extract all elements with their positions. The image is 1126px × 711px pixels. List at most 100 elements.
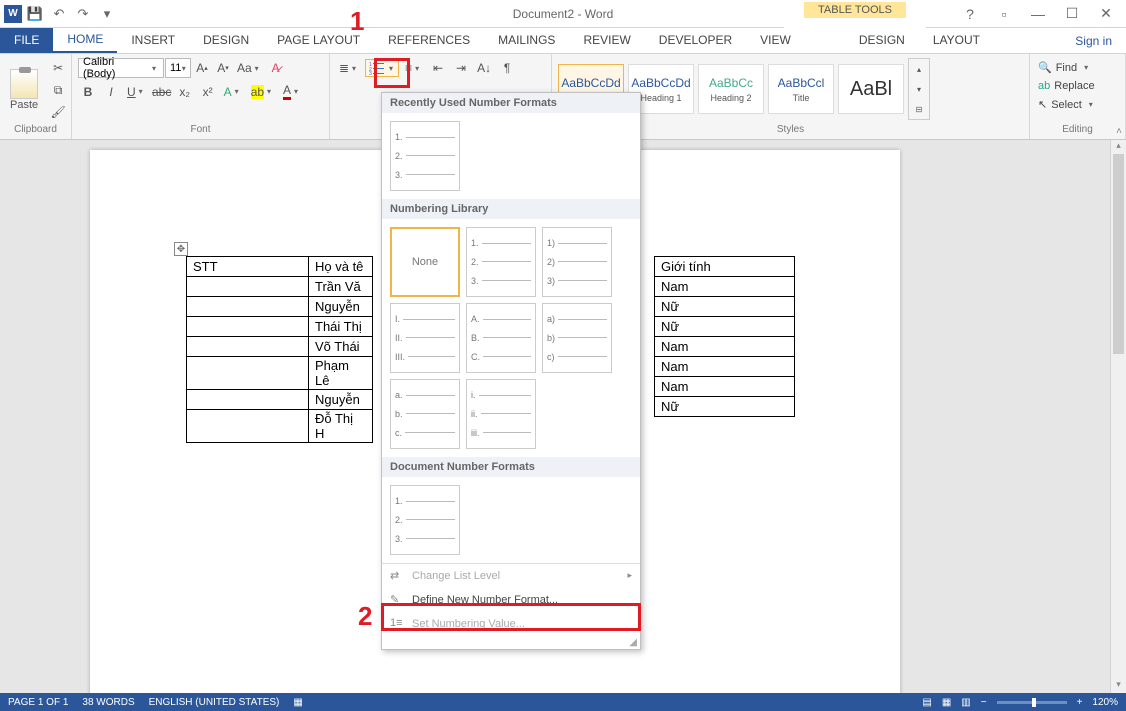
status-word-count[interactable]: 38 WORDS xyxy=(82,697,134,708)
numbering-option[interactable]: a) b) c) xyxy=(542,303,612,373)
document-table-1[interactable]: STTHọ và tê Trần Vă Nguyễn Thái Thị Võ T… xyxy=(186,256,373,443)
window-title: Document2 - Word xyxy=(513,7,613,21)
status-macro-icon[interactable]: ▦ xyxy=(293,697,302,708)
increase-indent-button[interactable]: ⇥ xyxy=(451,58,471,78)
style-title[interactable]: AaBbCclTitle xyxy=(768,64,834,114)
paste-button[interactable]: Paste xyxy=(6,67,42,113)
save-button[interactable]: 💾 xyxy=(24,3,46,25)
copy-button[interactable]: ⧉ xyxy=(48,80,68,100)
redo-button[interactable]: ↷ xyxy=(72,3,94,25)
group-label-clipboard: Clipboard xyxy=(6,124,65,137)
status-language[interactable]: ENGLISH (UNITED STATES) xyxy=(149,697,280,708)
view-web-layout[interactable]: ▥ xyxy=(961,697,970,708)
styles-expand[interactable]: ⊟ xyxy=(909,99,929,119)
change-case-button[interactable]: Aa▾ xyxy=(234,58,265,78)
style-more[interactable]: AaBl xyxy=(838,64,904,114)
indent-icon: ⇄ xyxy=(390,569,399,582)
view-read-mode[interactable]: ▤ xyxy=(922,697,931,708)
quick-access-toolbar: W 💾 ↶ ↷ ▾ xyxy=(0,3,118,25)
subscript-button[interactable]: x₂ xyxy=(175,82,195,102)
close-button[interactable]: ✕ xyxy=(1094,5,1118,22)
scroll-up-arrow[interactable]: ▴ xyxy=(1111,140,1126,154)
decrease-indent-button[interactable]: ⇤ xyxy=(428,58,448,78)
select-icon: ↖ xyxy=(1038,98,1047,111)
scroll-down-arrow[interactable]: ▾ xyxy=(1111,679,1126,693)
maximize-button[interactable]: ☐ xyxy=(1060,5,1084,22)
underline-button[interactable]: U▾ xyxy=(124,82,149,102)
clear-formatting-button[interactable]: A̷ xyxy=(266,58,286,78)
font-name-combo[interactable]: Calibri (Body)▾ xyxy=(78,58,164,78)
table-row: Nữ xyxy=(655,297,795,317)
tab-developer[interactable]: DEVELOPER xyxy=(645,27,746,53)
tab-references[interactable]: REFERENCES xyxy=(374,27,484,53)
numbering-none[interactable]: None xyxy=(390,227,460,297)
styles-scroll-down[interactable]: ▾ xyxy=(909,79,929,99)
format-painter-button[interactable]: 🖌 xyxy=(48,102,68,122)
bold-button[interactable]: B xyxy=(78,82,98,102)
table-row: Nguyễn xyxy=(187,390,373,410)
numbering-option[interactable]: I. II. III. xyxy=(390,303,460,373)
undo-button[interactable]: ↶ xyxy=(48,3,70,25)
document-numbering-option[interactable]: 1. 2. 3. xyxy=(390,485,460,555)
italic-button[interactable]: I xyxy=(101,82,121,102)
replace-button[interactable]: abReplace xyxy=(1036,77,1119,95)
numbering-option[interactable]: A. B. C. xyxy=(466,303,536,373)
multilevel-list-button[interactable]: ≡▾ xyxy=(402,58,425,78)
help-button[interactable]: ? xyxy=(958,6,982,22)
grow-font-button[interactable]: A▴ xyxy=(192,58,212,78)
scroll-thumb[interactable] xyxy=(1113,154,1124,354)
dropdown-resize-handle[interactable]: ◢ xyxy=(382,636,640,649)
numbering-option[interactable]: 1) 2) 3) xyxy=(542,227,612,297)
recent-numbering-option[interactable]: 1. 2. 3. xyxy=(390,121,460,191)
bullets-button[interactable]: ≣▾ xyxy=(336,58,362,78)
tab-review[interactable]: REVIEW xyxy=(569,27,644,53)
numbering-button[interactable]: 123 ▾ xyxy=(365,59,399,77)
shrink-font-button[interactable]: A▾ xyxy=(213,58,233,78)
tab-view[interactable]: VIEW xyxy=(746,27,805,53)
minimize-button[interactable]: — xyxy=(1026,6,1050,22)
zoom-out-button[interactable]: − xyxy=(981,697,987,708)
font-size-combo[interactable]: 11▾ xyxy=(165,58,191,78)
define-new-number-format[interactable]: ✎ Define New Number Format... xyxy=(382,588,640,612)
sign-in-link[interactable]: Sign in xyxy=(1061,29,1126,53)
numbering-option[interactable]: i. ii. iii. xyxy=(466,379,536,449)
table-row: Trần Vă xyxy=(187,277,373,297)
tab-design[interactable]: DESIGN xyxy=(189,27,263,53)
zoom-slider[interactable] xyxy=(997,701,1067,704)
tab-table-design[interactable]: DESIGN xyxy=(845,27,919,53)
style-heading-2[interactable]: AaBbCcHeading 2 xyxy=(698,64,764,114)
cut-button[interactable]: ✂ xyxy=(48,58,68,78)
status-page[interactable]: PAGE 1 OF 1 xyxy=(8,697,68,708)
select-button[interactable]: ↖Select ▾ xyxy=(1036,95,1119,114)
tab-home[interactable]: HOME xyxy=(53,27,117,53)
tab-table-layout[interactable]: LAYOUT xyxy=(919,27,994,53)
qat-customize-button[interactable]: ▾ xyxy=(96,3,118,25)
collapse-ribbon-button[interactable]: ˄ xyxy=(1116,126,1122,137)
table-move-handle[interactable]: ✥ xyxy=(174,242,188,256)
font-color-button[interactable]: A▾ xyxy=(280,81,304,102)
table-row: Giới tính xyxy=(655,257,795,277)
superscript-button[interactable]: x² xyxy=(198,82,218,102)
numbering-option[interactable]: 1. 2. 3. xyxy=(466,227,536,297)
show-marks-button[interactable]: ¶ xyxy=(497,58,517,78)
zoom-level[interactable]: 120% xyxy=(1092,697,1118,708)
tab-insert[interactable]: INSERT xyxy=(117,27,189,53)
annotation-number-1: 1 xyxy=(350,6,364,37)
strikethrough-button[interactable]: abc xyxy=(152,82,172,102)
tab-mailings[interactable]: MAILINGS xyxy=(484,27,569,53)
styles-scroll-up[interactable]: ▴ xyxy=(909,59,929,79)
ribbon-options-button[interactable]: ▫ xyxy=(992,6,1016,22)
numbering-option[interactable]: a. b. c. xyxy=(390,379,460,449)
document-table-2[interactable]: Giới tính Nam Nữ Nữ Nam Nam Nam Nữ xyxy=(654,256,795,417)
vertical-scrollbar[interactable]: ▴ ▾ xyxy=(1110,140,1126,693)
find-icon: 🔍 xyxy=(1038,61,1052,74)
highlight-button[interactable]: ab▾ xyxy=(248,82,277,102)
find-button[interactable]: 🔍Find ▾ xyxy=(1036,58,1119,77)
view-print-layout[interactable]: ▦ xyxy=(942,697,951,708)
table-row: STTHọ và tê xyxy=(187,257,373,277)
zoom-in-button[interactable]: + xyxy=(1077,697,1083,708)
tab-file[interactable]: FILE xyxy=(0,27,53,53)
submenu-arrow-icon: ▸ xyxy=(627,570,632,581)
sort-button[interactable]: A↓ xyxy=(474,58,494,78)
text-effects-button[interactable]: A▾ xyxy=(221,82,245,102)
